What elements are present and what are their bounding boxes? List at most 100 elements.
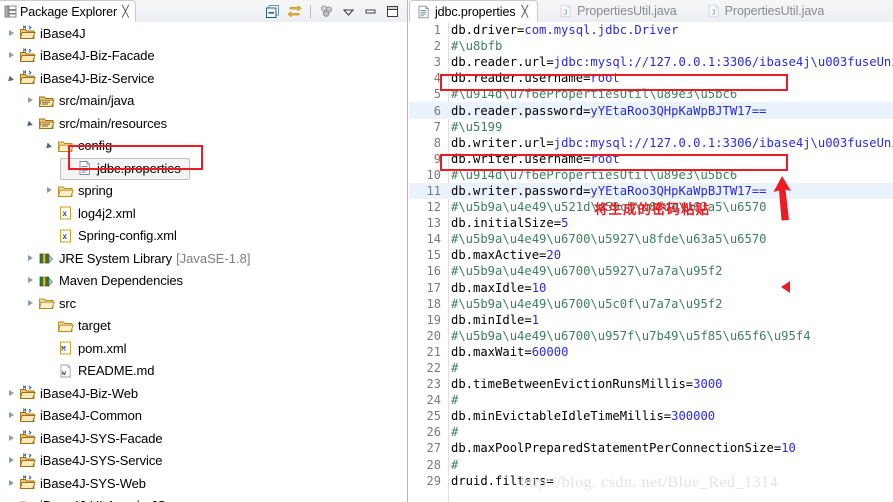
tree-item-src-main-java[interactable]: src/main/java [0,90,406,113]
code-line[interactable]: 21 db.maxWait=60000 [409,344,893,360]
tree-item-label: iBase4J-Biz-Web [40,385,138,401]
tree-item-ibase4j-ui-angularjs[interactable]: iBase4J-UI-AngularJS [0,495,406,502]
minimize-icon[interactable] [363,4,378,19]
tree-item-maven-dependencies[interactable]: Maven Dependencies [0,270,406,293]
code-line[interactable]: 9 db.writer.username=root [409,151,893,167]
package-explorer-tab-label: Package Explorer [20,4,118,19]
tree-item-ibase4j-sys-web[interactable]: M iBase4J-SYS-Web [0,472,406,495]
expand-arrow-closed-icon[interactable] [25,298,36,309]
view-menu-filters-icon[interactable] [319,4,334,19]
line-number: 15 [426,248,441,263]
code-line[interactable]: 6 db.reader.password=yYEtaRoo3QHpKaWpBJTW… [409,102,893,119]
close-icon[interactable]: ╳ [122,5,129,18]
expand-arrow-open-icon[interactable] [25,118,36,129]
code-line[interactable]: 1 db.driver=com.mysql.jdbc.Driver [409,22,893,38]
tree-item-ibase4j[interactable]: M iBase4J [0,22,406,45]
tree-item-log4j2-xml[interactable]: x log4j2.xml [0,202,406,225]
code-line[interactable]: 4 db.reader.username=root [409,70,893,86]
code-line[interactable]: 27 db.maxPoolPreparedStatementPerConnecti… [409,440,893,456]
collapse-all-icon[interactable] [265,4,280,19]
code-token: 3000 [693,377,723,392]
code-line[interactable]: 3 db.reader.url=jdbc:mysql://127.0.0.1:33… [409,54,893,70]
code-line[interactable]: 8 db.writer.url=jdbc:mysql://127.0.0.1:33… [409,135,893,151]
expand-arrow-closed-icon[interactable] [6,433,17,444]
tree-item-src-main-resources[interactable]: src/main/resources [0,112,406,135]
code-editor[interactable]: 1 db.driver=com.mysql.jdbc.Driver 2 #\u8bfb… [409,22,893,502]
tree-item-jre-system-library[interactable]: JRE System Library [JavaSE-1.8] [0,247,406,270]
line-source: db.maxWait=60000 [451,345,568,359]
expand-arrow-open-icon[interactable] [6,73,17,84]
tree-item-ibase4j-sys-service[interactable]: M iBase4J-SYS-Service [0,450,406,473]
tree-item-readme-md[interactable]: w README.md [0,360,406,383]
tree-item-src[interactable]: src [0,292,406,315]
code-token: # [451,361,459,376]
expand-arrow-closed-icon[interactable] [6,28,17,39]
folder-icon [38,295,55,311]
tree-item-ibase4j-common[interactable]: M iBase4J-Common [0,405,406,428]
tree-item-ibase4j-biz-web[interactable]: M iBase4J-Biz-Web [0,382,406,405]
line-number: 18 [426,296,441,311]
tree-item-config[interactable]: config [0,135,406,158]
code-line[interactable]: 28 # [409,457,893,473]
tree-item-spring-config-xml[interactable]: x Spring-config.xml [0,225,406,248]
svg-text:M: M [61,344,66,353]
tree-item-ibase4j-sys-facade[interactable]: M iBase4J-SYS-Facade [0,427,406,450]
line-number: 27 [426,441,441,456]
maximize-icon[interactable] [385,4,400,19]
editor-tab-propertiesutil-java[interactable]: J PropertiesUtil.java [552,0,686,22]
expand-arrow-open-icon[interactable] [44,140,55,151]
expand-arrow-closed-icon[interactable] [6,478,17,489]
tree-item-pom-xml[interactable]: M pom.xml [0,337,406,360]
expand-arrow-closed-icon[interactable] [25,95,36,106]
tree-item-ibase4j-biz-service[interactable]: M iBase4J-Biz-Service [0,67,406,90]
expand-arrow-closed-icon[interactable] [25,275,36,286]
line-number: 28 [426,457,441,472]
tree-item-label: Spring-config.xml [78,228,177,244]
line-number: 8 [433,135,441,150]
tree-item-label: iBase4J-Biz-Facade [40,48,155,64]
code-line[interactable]: 19 db.minIdle=1 [409,312,893,328]
code-line[interactable]: 5 #\u914d\u7f6ePropertiesUtil\u89e3\u5bc6 [409,86,893,102]
expand-arrow-closed-icon[interactable] [6,50,17,61]
editor-tab-jdbc-properties[interactable]: jdbc.properties ╳ [409,0,539,22]
code-line[interactable]: 23 db.timeBetweenEvictionRunsMillis=3000 [409,376,893,392]
editor-tab-propertiesutil-java[interactable]: J PropertiesUtil.java [700,0,834,22]
code-line[interactable]: 20 #\u5b9a\u4e49\u6700\u957f\u7b49\u5f85\… [409,328,893,344]
code-line[interactable]: 18 #\u5b9a\u4e49\u6700\u5c0f\u7a7a\u95f2 [409,296,893,312]
code-line[interactable]: 15 db.maxActive=20 [409,247,893,263]
expand-arrow-closed-icon[interactable] [6,410,17,421]
package-explorer-tab[interactable]: Package Explorer ╳ [0,0,136,22]
link-with-editor-icon[interactable] [287,4,302,19]
project-tree[interactable]: M iBase4J M iBase4J-Biz-Facade M iBase4J… [0,22,406,502]
code-line[interactable]: 17 db.maxIdle=10 [409,280,893,296]
line-source: db.reader.password=yYEtaRoo3QHpKaWpBJTW1… [451,104,767,118]
chevron-down-icon[interactable] [341,4,356,19]
expand-arrow-closed-icon[interactable] [25,253,36,264]
code-lines[interactable]: 1 db.driver=com.mysql.jdbc.Driver 2 #\u8bfb… [409,22,893,489]
folder-icon [57,138,74,154]
code-line[interactable]: 7 #\u5199 [409,119,893,135]
code-line[interactable]: 24 # [409,392,893,408]
code-line[interactable]: 16 #\u5b9a\u4e49\u6700\u5927\u7a7a\u95f2 [409,263,893,279]
code-token: db.reader.password= [451,103,591,118]
code-line[interactable]: 22 # [409,360,893,376]
expand-arrow-closed-icon[interactable] [6,388,17,399]
tree-item-spring[interactable]: spring [0,180,406,203]
code-line[interactable]: 10 #\u914d\u7f6ePropertiesUtil\u89e3\u5bc… [409,167,893,183]
code-line[interactable]: 14 #\u5b9a\u4e49\u6700\u5927\u8fde\u63a5\… [409,231,893,247]
code-line[interactable]: 26 # [409,424,893,440]
expand-arrow-closed-icon[interactable] [6,455,17,466]
tree-item-jdbc-properties[interactable]: jdbc.properties [0,157,406,180]
close-icon[interactable]: ╳ [522,5,529,18]
line-number: 6 [433,103,441,118]
package-explorer-toolbar [265,4,407,19]
line-source: db.writer.password=yYEtaRoo3QHpKaWpBJTW1… [451,184,767,198]
expand-arrow-closed-icon[interactable] [44,185,55,196]
code-line[interactable]: 25 db.minEvictableIdleTimeMillis=300000 [409,408,893,424]
tree-item-target[interactable]: target [0,315,406,338]
code-line[interactable]: 11 db.writer.password=yYEtaRoo3QHpKaWpBJT… [409,182,893,200]
code-line[interactable]: 2 #\u8bfb [409,38,893,54]
tree-item-ibase4j-biz-facade[interactable]: M iBase4J-Biz-Facade [0,45,406,68]
code-token: db.initialSize= [451,216,562,231]
expand-arrow-placeholder [44,343,55,354]
